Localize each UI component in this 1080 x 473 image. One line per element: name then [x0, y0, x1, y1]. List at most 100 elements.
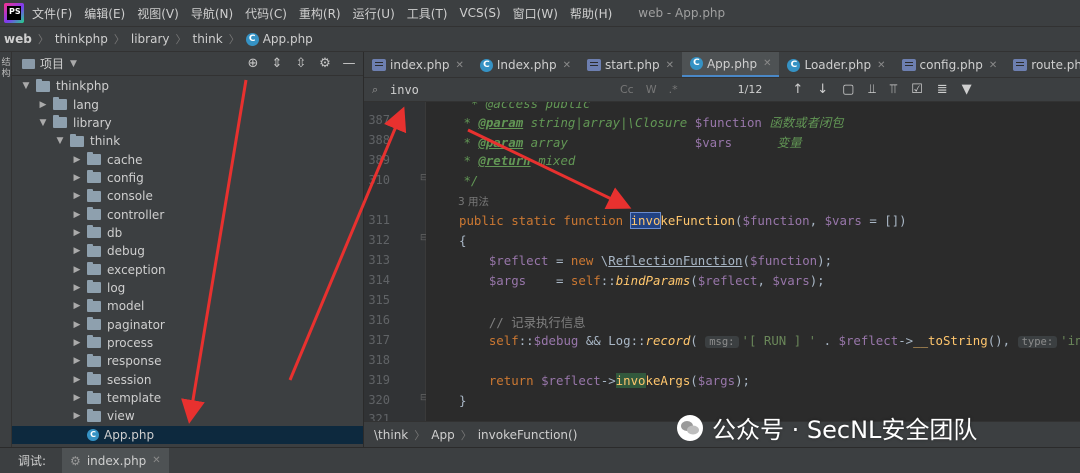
- code-editor[interactable]: * @access public * @param string|array|\…: [426, 102, 1080, 421]
- menu-help[interactable]: 帮助(H): [570, 5, 612, 22]
- chevron-down-icon[interactable]: ▼: [70, 59, 77, 69]
- chevron-right-icon[interactable]: ▶: [71, 283, 83, 293]
- chevron-right-icon[interactable]: ▶: [71, 338, 83, 348]
- tree-folder-item[interactable]: ▶ console: [12, 187, 363, 205]
- tree-folder-item[interactable]: ▼ thinkphp: [12, 77, 363, 95]
- match-case-toggle[interactable]: Cc: [620, 83, 634, 96]
- tree-folder-item[interactable]: ▶ lang: [12, 95, 363, 113]
- chevron-down-icon[interactable]: ▼: [37, 118, 49, 128]
- chevron-right-icon[interactable]: ▶: [71, 411, 83, 421]
- tab-index[interactable]: C Index.php ✕: [472, 52, 579, 77]
- tree-folder-item[interactable]: ▶ db: [12, 224, 363, 242]
- close-icon[interactable]: ✕: [666, 60, 674, 71]
- tree-folder-item[interactable]: ▶ view: [12, 407, 363, 425]
- tab-route[interactable]: route.php✕: [1005, 52, 1080, 77]
- tree-folder-item[interactable]: ▶ paginator: [12, 315, 363, 333]
- chevron-right-icon[interactable]: ▶: [71, 265, 83, 275]
- collapse-all-icon[interactable]: ⇳: [293, 56, 309, 72]
- search-window-icon[interactable]: ▢: [842, 82, 854, 97]
- project-panel-title[interactable]: 项目: [40, 55, 64, 72]
- chevron-right-icon[interactable]: ▶: [71, 155, 83, 165]
- expand-all-icon[interactable]: ⇕: [269, 56, 285, 72]
- menu-run[interactable]: 运行(U): [353, 5, 395, 22]
- chevron-right-icon[interactable]: ▶: [71, 393, 83, 403]
- chevron-down-icon[interactable]: ▼: [20, 81, 32, 91]
- editor-crumb-namespace[interactable]: \think: [374, 428, 408, 442]
- menu-edit[interactable]: 编辑(E): [84, 5, 125, 22]
- tree-folder-item[interactable]: ▶ process: [12, 334, 363, 352]
- hide-panel-icon[interactable]: —: [341, 56, 357, 72]
- locate-file-icon[interactable]: ⊕: [245, 56, 261, 72]
- open-in-window-icon[interactable]: ≣: [937, 82, 948, 97]
- breadcrumb-item-app[interactable]: App.php: [263, 32, 313, 46]
- tab-app[interactable]: C App.php ✕: [681, 52, 780, 77]
- phpstorm-logo-icon[interactable]: PS: [4, 3, 24, 23]
- filter-icon[interactable]: ▼: [962, 82, 972, 97]
- tree-folder-item[interactable]: ▶ log: [12, 279, 363, 297]
- tree-folder-item[interactable]: ▶ template: [12, 389, 363, 407]
- tree-folder-item[interactable]: ▶ response: [12, 352, 363, 370]
- tab-config[interactable]: config.php ✕: [894, 52, 1006, 77]
- tree-file-item[interactable]: C App.php: [12, 425, 363, 444]
- gear-icon[interactable]: ⚙: [317, 56, 333, 72]
- chevron-right-icon[interactable]: ▶: [71, 173, 83, 183]
- chevron-right-icon[interactable]: ▶: [71, 191, 83, 201]
- chevron-right-icon[interactable]: ▶: [71, 356, 83, 366]
- previous-occurrence-icon[interactable]: ↑: [792, 82, 803, 97]
- editor-crumb-class[interactable]: App: [431, 428, 454, 442]
- chevron-right-icon[interactable]: ▶: [71, 301, 83, 311]
- tree-folder-item[interactable]: ▼ think: [12, 132, 363, 150]
- menu-vcs[interactable]: VCS(S): [459, 6, 500, 20]
- menu-refactor[interactable]: 重构(R): [299, 5, 341, 22]
- breadcrumb-item-think[interactable]: think: [192, 32, 222, 46]
- tree-item-label: lang: [73, 97, 99, 112]
- chevron-right-icon[interactable]: ▶: [71, 210, 83, 220]
- tab-loader[interactable]: C Loader.php ✕: [779, 52, 893, 77]
- tree-folder-item[interactable]: ▶ config: [12, 169, 363, 187]
- next-occurrence-icon[interactable]: ↓: [817, 82, 828, 97]
- close-icon[interactable]: ✕: [763, 58, 771, 69]
- close-icon[interactable]: ✕: [877, 60, 885, 71]
- tab-index[interactable]: index.php ✕: [364, 52, 472, 77]
- tree-folder-item[interactable]: ▼ library: [12, 114, 363, 132]
- tree-folder-item[interactable]: ▶ exception: [12, 260, 363, 278]
- menu-navigate[interactable]: 导航(N): [191, 5, 233, 22]
- usage-hint[interactable]: 3 用法: [458, 194, 489, 209]
- remove-selection-icon[interactable]: ⫪: [890, 82, 897, 97]
- breadcrumb-item-web[interactable]: web: [4, 32, 32, 46]
- editor-crumb-method[interactable]: invokeFunction(): [478, 428, 578, 442]
- menu-view[interactable]: 视图(V): [137, 5, 179, 22]
- search-icon[interactable]: ⌕: [372, 83, 386, 97]
- chevron-down-icon[interactable]: ▼: [54, 136, 66, 146]
- chevron-right-icon[interactable]: ▶: [71, 228, 83, 238]
- find-input[interactable]: [390, 82, 590, 97]
- select-all-occurrences-icon[interactable]: ☑: [911, 82, 923, 97]
- regex-toggle[interactable]: .*: [669, 83, 678, 96]
- whole-words-toggle[interactable]: W: [646, 83, 657, 96]
- menu-code[interactable]: 代码(C): [245, 5, 287, 22]
- tree-folder-item[interactable]: ▶ debug: [12, 242, 363, 260]
- structure-tool-button[interactable]: 结构: [0, 58, 12, 80]
- chevron-right-icon[interactable]: ▶: [71, 375, 83, 385]
- close-icon[interactable]: ✕: [989, 60, 997, 71]
- line-number-gutter[interactable]: 387 388 389 310 311 312 313 314 315 316 317 318 319 3…: [364, 102, 428, 426]
- close-icon[interactable]: ✕: [152, 455, 160, 466]
- tree-folder-item[interactable]: ▶ cache: [12, 150, 363, 168]
- menu-window[interactable]: 窗口(W): [513, 5, 558, 22]
- tab-start[interactable]: start.php ✕: [579, 52, 682, 77]
- close-icon[interactable]: ✕: [455, 60, 463, 71]
- tree-folder-item[interactable]: ▶ model: [12, 297, 363, 315]
- chevron-right-icon[interactable]: ▶: [71, 246, 83, 256]
- add-selection-icon[interactable]: ⫫: [868, 82, 875, 97]
- tree-folder-item[interactable]: ▶ session: [12, 371, 363, 389]
- chevron-right-icon[interactable]: ▶: [71, 320, 83, 330]
- menu-file[interactable]: 文件(F): [32, 5, 72, 22]
- close-icon[interactable]: ✕: [563, 60, 571, 71]
- chevron-right-icon[interactable]: ▶: [37, 100, 49, 110]
- breadcrumb-item-thinkphp[interactable]: thinkphp: [55, 32, 108, 46]
- breadcrumb-item-library[interactable]: library: [131, 32, 170, 46]
- tree-folder-item[interactable]: ▶ controller: [12, 205, 363, 223]
- menu-tools[interactable]: 工具(T): [407, 5, 448, 22]
- debug-session-tab[interactable]: ⚙ index.php ✕: [62, 447, 169, 473]
- line-number: 312: [368, 233, 390, 247]
